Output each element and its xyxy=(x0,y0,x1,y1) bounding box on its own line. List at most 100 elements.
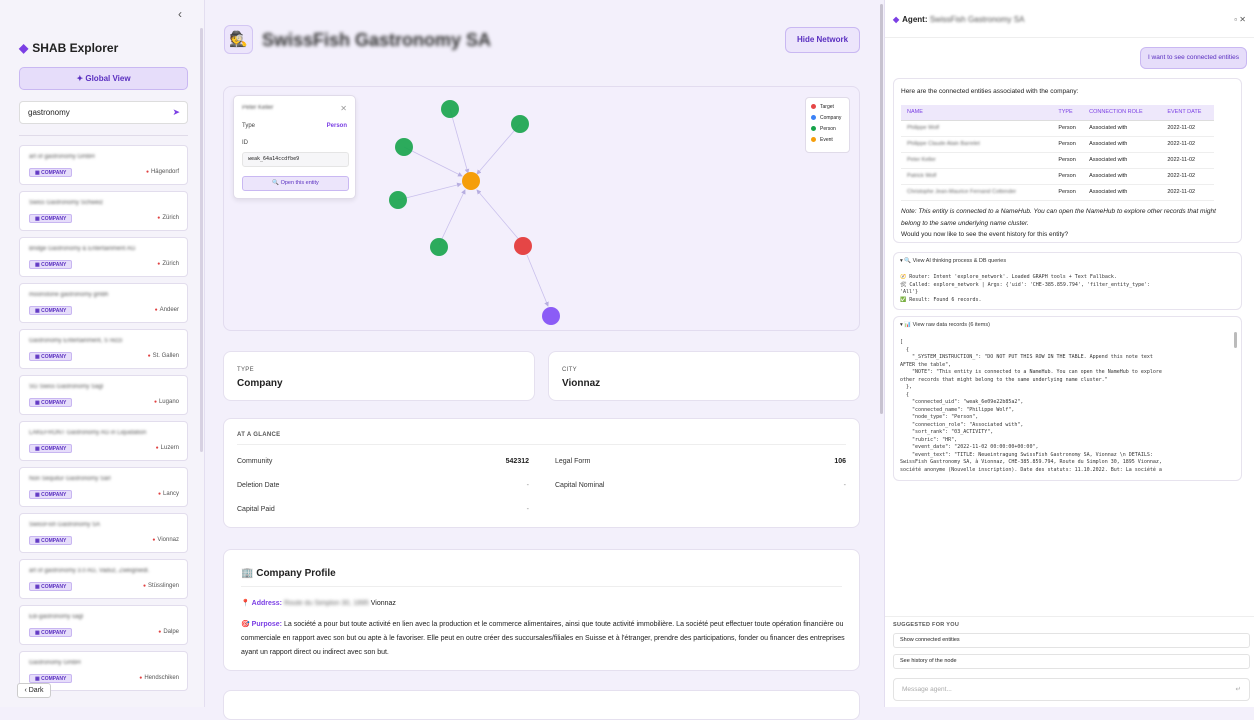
network-graph[interactable]: Peter Keller ✕ Type Person ID weak_64a14… xyxy=(223,86,860,331)
list-item[interactable]: art of gastronomy GmbH ▦ COMPANY Hägendorf xyxy=(19,145,188,185)
sidebar: ‹ ◆ SHAB Explorer ✦ Global View gastronom… xyxy=(0,0,205,707)
company-badge: ▦ COMPANY xyxy=(29,168,73,177)
message-input[interactable]: Message agent... ↵ xyxy=(893,678,1250,701)
table-row: Christophe Jean-Maurice Fernand Cottende… xyxy=(901,184,1214,201)
capital-nominal-value: - xyxy=(843,482,846,489)
list-item[interactable]: Swiss Gastronomy Schweiz ▦ COMPANY Zürich xyxy=(19,191,188,231)
column-header: CONNECTION ROLE xyxy=(1083,105,1162,121)
user-message: I want to see connected entities xyxy=(1139,47,1247,69)
company-name: moonstone gastronomy gmbh xyxy=(29,292,109,298)
capital-paid-value: - xyxy=(526,506,529,513)
company-badge: ▦ COMPANY xyxy=(29,214,73,223)
company-name: EB-gastronomy sagl xyxy=(29,614,84,620)
table-cell: Philippe Claude Alain Barrelet xyxy=(901,136,1053,153)
panel-controls: ▫ ✕ xyxy=(1234,15,1246,24)
company-badge: ▦ COMPANY xyxy=(29,536,73,545)
open-entity-button[interactable]: 🔍 Open this entity xyxy=(242,176,349,191)
table-cell: 2022-11-02 xyxy=(1161,152,1214,169)
company-name: art of gastronomy GmbH xyxy=(29,154,95,160)
detective-icon: 🕵 xyxy=(224,25,253,54)
type-value: Company xyxy=(237,378,283,389)
search-input[interactable]: gastronomy ➤ xyxy=(19,101,188,124)
company-badge: ▦ COMPANY xyxy=(29,398,73,407)
thinking-panel[interactable]: ▾ 🔍 View AI thinking process & DB querie… xyxy=(893,252,1242,310)
graph-node-person[interactable] xyxy=(395,138,413,156)
global-view-button[interactable]: ✦ Global View xyxy=(19,67,188,90)
table-cell: Christophe Jean-Maurice Fernand Cottende… xyxy=(901,184,1053,201)
capital-paid-label: Capital Paid xyxy=(237,506,275,513)
popup-type-value: Person xyxy=(326,123,347,129)
pin-icon: 📍 xyxy=(241,600,250,607)
popup-type-label: Type xyxy=(242,123,256,129)
send-icon[interactable]: ↵ xyxy=(1236,679,1241,700)
graph-node-target[interactable] xyxy=(514,237,532,255)
table-cell: Associated with xyxy=(1083,152,1162,169)
list-item[interactable]: moonstone gastronomy gmbh ▦ COMPANY Andeer xyxy=(19,283,188,323)
raw-data-panel[interactable]: ▾ 📊 View raw data records (6 items) [ { … xyxy=(893,316,1242,481)
main-scrollbar[interactable] xyxy=(880,4,883,414)
raw-data-title[interactable]: ▾ 📊 View raw data records (6 items) xyxy=(900,322,990,328)
table-cell: 2022-11-02 xyxy=(1161,136,1214,153)
company-city: Vionnaz xyxy=(152,537,179,543)
graph-node-event[interactable] xyxy=(462,172,480,190)
divider xyxy=(19,135,188,136)
column-header: TYPE xyxy=(1052,105,1084,121)
company-name: Gastronomy GmbH xyxy=(29,660,81,666)
list-item[interactable]: art of gastronomy 3.0 AG, Vaduz, Zweigni… xyxy=(19,559,188,599)
list-item[interactable]: Gastronomy Entertainment, S rezzi ▦ COMPA… xyxy=(19,329,188,369)
legend-item: Person xyxy=(811,124,844,135)
close-icon[interactable]: ✕ xyxy=(340,104,347,113)
graph-node-person[interactable] xyxy=(389,191,407,209)
suggestion-history[interactable]: See history of the node xyxy=(893,654,1250,669)
profile-purpose: 🎯 Purpose: La société a pour but toute a… xyxy=(241,621,845,656)
diamond-icon: ◆ xyxy=(893,15,900,24)
table-row: Peter Keller Person Associated with 2022-11… xyxy=(901,152,1214,169)
send-search-icon[interactable]: ➤ xyxy=(172,102,180,123)
suggestion-show-connected[interactable]: Show connected entities xyxy=(893,633,1250,648)
target-icon: 🎯 xyxy=(241,621,250,628)
close-icon[interactable]: ✕ xyxy=(1239,15,1246,24)
table-header: NAME TYPE CONNECTION ROLE EVENT DATE xyxy=(901,105,1214,121)
company-city: Zürich xyxy=(157,261,179,267)
company-name: LAKEFRONT Gastronomy AG in Liquidation xyxy=(29,430,147,436)
collapse-sidebar-icon[interactable]: ‹ xyxy=(178,7,182,21)
popup-id-label: ID xyxy=(242,140,248,146)
sidebar-scrollbar[interactable] xyxy=(200,28,203,452)
list-item[interactable]: Bridge Gastronomy & Entertainment AG ▦ CO… xyxy=(19,237,188,277)
list-item[interactable]: Non Sequitur Gastronomy Sàrl ▦ COMPANY Lan… xyxy=(19,467,188,507)
graph-node-person[interactable] xyxy=(441,100,459,118)
at-a-glance-card: AT A GLANCE Community 542312 Legal Form … xyxy=(223,418,860,528)
company-badge: ▦ COMPANY xyxy=(29,582,73,591)
table-row: Patrick Wolf Person Associated with 2022-11… xyxy=(901,168,1214,185)
assistant-intro: Here are the connected entities associat… xyxy=(901,88,1079,95)
list-item[interactable]: SwissFish Gastronomy SA ▦ COMPANY Vionnaz xyxy=(19,513,188,553)
company-badge: ▦ COMPANY xyxy=(29,352,73,361)
hide-network-button[interactable]: Hide Network xyxy=(785,27,860,53)
raw-data-scrollbar[interactable] xyxy=(1234,332,1237,348)
company-badge: ▦ COMPANY xyxy=(29,306,73,315)
table-row: Philippe Wolf Person Associated with 2022-1… xyxy=(901,120,1214,137)
list-item[interactable]: EB-gastronomy sagl ▦ COMPANY Dalpe xyxy=(19,605,188,645)
company-name: Gastronomy Entertainment, S rezzi xyxy=(29,338,123,344)
graph-node-other[interactable] xyxy=(542,307,560,325)
list-item[interactable]: LAKEFRONT Gastronomy AG in Liquidation ▦ … xyxy=(19,421,188,461)
list-item[interactable]: SG Swiss Gastronomy Sagl ▦ COMPANY Lugano xyxy=(19,375,188,415)
profile-address: 📍 Address: Route du Simplon 30, 1895 Vio… xyxy=(241,600,396,607)
graph-node-person[interactable] xyxy=(430,238,448,256)
thinking-title[interactable]: ▾ 🔍 View AI thinking process & DB querie… xyxy=(900,258,1006,264)
company-name: Bridge Gastronomy & Entertainment AG xyxy=(29,246,136,252)
divider xyxy=(237,444,846,445)
table-cell: Philippe Wolf xyxy=(901,120,1053,137)
table-cell: Person xyxy=(1052,168,1084,185)
table-cell: Patrick Wolf xyxy=(901,168,1053,185)
legal-form-value: 106 xyxy=(834,458,846,465)
company-badge: ▦ COMPANY xyxy=(29,628,73,637)
app-brand: ◆ SHAB Explorer xyxy=(19,41,119,55)
graph-node-person[interactable] xyxy=(511,115,529,133)
dark-mode-button[interactable]: ‹ Dark xyxy=(17,683,51,698)
company-badge: ▦ COMPANY xyxy=(29,260,73,269)
company-name: SwissFish Gastronomy SA xyxy=(29,522,101,528)
table-cell: Person xyxy=(1052,152,1084,169)
dock-icon[interactable]: ▫ xyxy=(1234,15,1237,24)
company-city: Andeer xyxy=(155,307,179,313)
